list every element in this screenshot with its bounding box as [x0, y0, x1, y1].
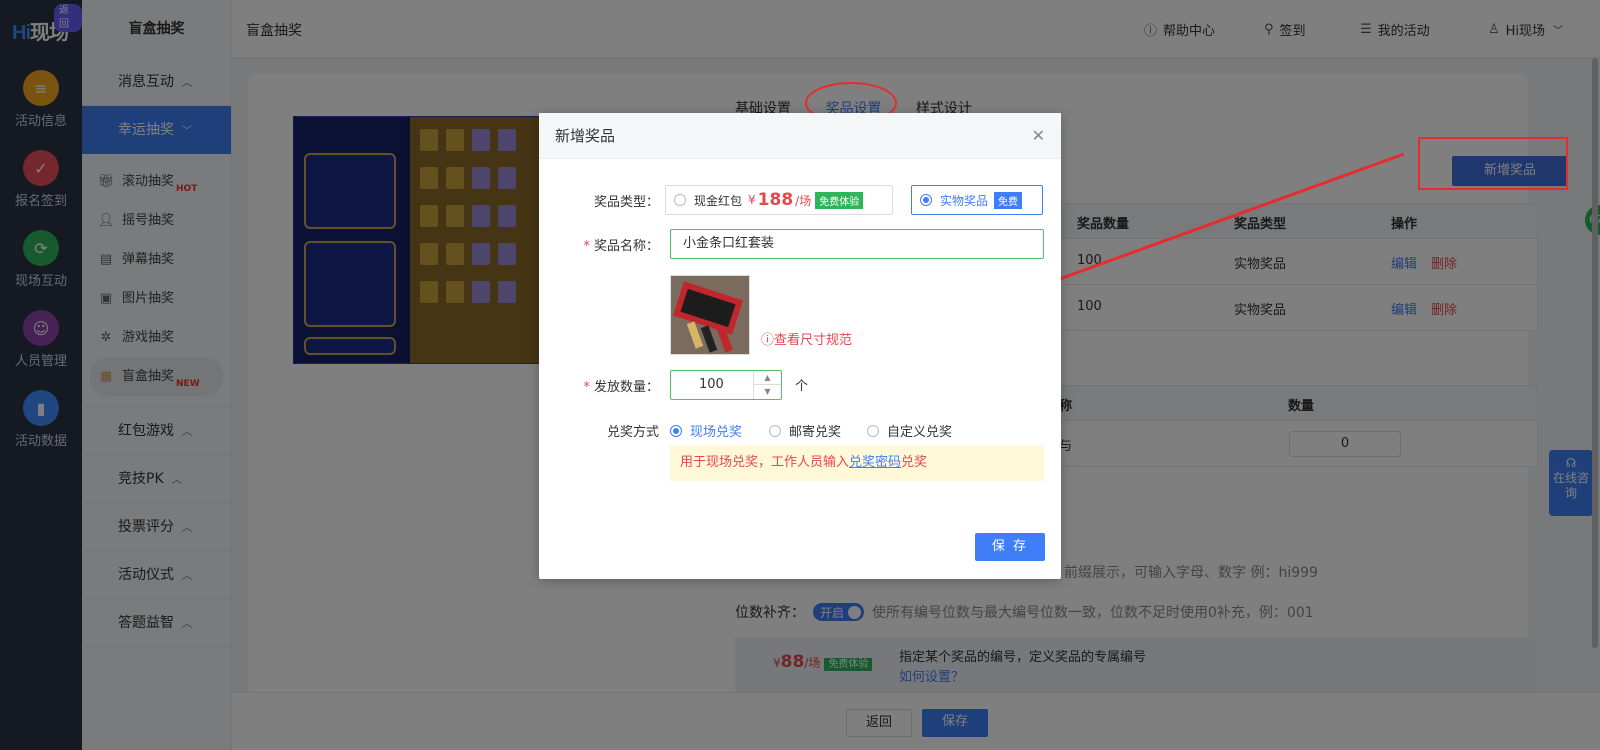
quantity-stepper[interactable]: ▲ ▼: [753, 371, 781, 399]
save-button[interactable]: 保 存: [975, 533, 1045, 561]
radio-icon: [769, 424, 781, 437]
radio-icon: [867, 424, 879, 437]
chevron-up-icon[interactable]: ▲: [754, 371, 781, 385]
free-tag: 免费: [994, 191, 1023, 209]
lipstick-set-image: [671, 276, 749, 354]
dialog-header: 新增奖品 ✕: [539, 113, 1061, 159]
radio-selected-icon: [670, 424, 682, 437]
free-trial-tag: 免费体验: [815, 191, 864, 209]
redeem-password-link[interactable]: 兑奖密码: [849, 455, 901, 470]
app-root: Hi现场 返回 ≡ 活动信息 ✓ 报名签到 ⟳ 现场互动 ☺ 人员管理 ▮ 活动…: [0, 0, 1600, 750]
radio-selected-icon: [920, 194, 932, 206]
yen-symbol: ¥: [748, 193, 756, 207]
prize-type-label: 奖品类型：: [593, 195, 659, 210]
quantity-label: * 发放数量：: [583, 380, 659, 395]
redeem-mail-option[interactable]: 邮寄兑奖: [769, 421, 841, 440]
chevron-down-icon[interactable]: ▼: [754, 385, 781, 399]
add-prize-dialog: 新增奖品 ✕ 奖品类型： 现金红包 ¥188/场 免费体验 实物奖品 免费 * 奖…: [539, 113, 1061, 579]
prize-type-physical-option[interactable]: 实物奖品 免费: [911, 185, 1043, 215]
prize-image-thumbnail[interactable]: [670, 275, 750, 355]
redeem-custom-option[interactable]: 自定义兑奖: [867, 421, 952, 440]
prize-name-input[interactable]: 小金条口红套装: [670, 229, 1044, 259]
quantity-input[interactable]: 100 ▲ ▼: [670, 370, 782, 400]
question-icon: ⓘ: [761, 333, 775, 348]
size-spec-link[interactable]: ⓘ查看尺寸规范: [761, 329, 852, 348]
dialog-title: 新增奖品: [555, 127, 616, 145]
radio-icon: [674, 194, 686, 206]
prize-type-cash-option[interactable]: 现金红包 ¥188/场 免费体验: [665, 185, 893, 215]
quantity-unit: 个: [795, 379, 809, 394]
redeem-notice: 用于现场兑奖，工作人员输入兑奖密码兑奖: [670, 445, 1044, 481]
redeem-method-label: 兑奖方式: [606, 425, 659, 440]
quantity-value: 100: [699, 377, 724, 392]
prize-name-label: * 奖品名称：: [583, 239, 659, 254]
cash-price: 188: [757, 190, 794, 210]
close-icon[interactable]: ✕: [1032, 126, 1045, 145]
redeem-onsite-option[interactable]: 现场兑奖: [670, 421, 742, 440]
cash-unit: /场: [795, 193, 812, 208]
